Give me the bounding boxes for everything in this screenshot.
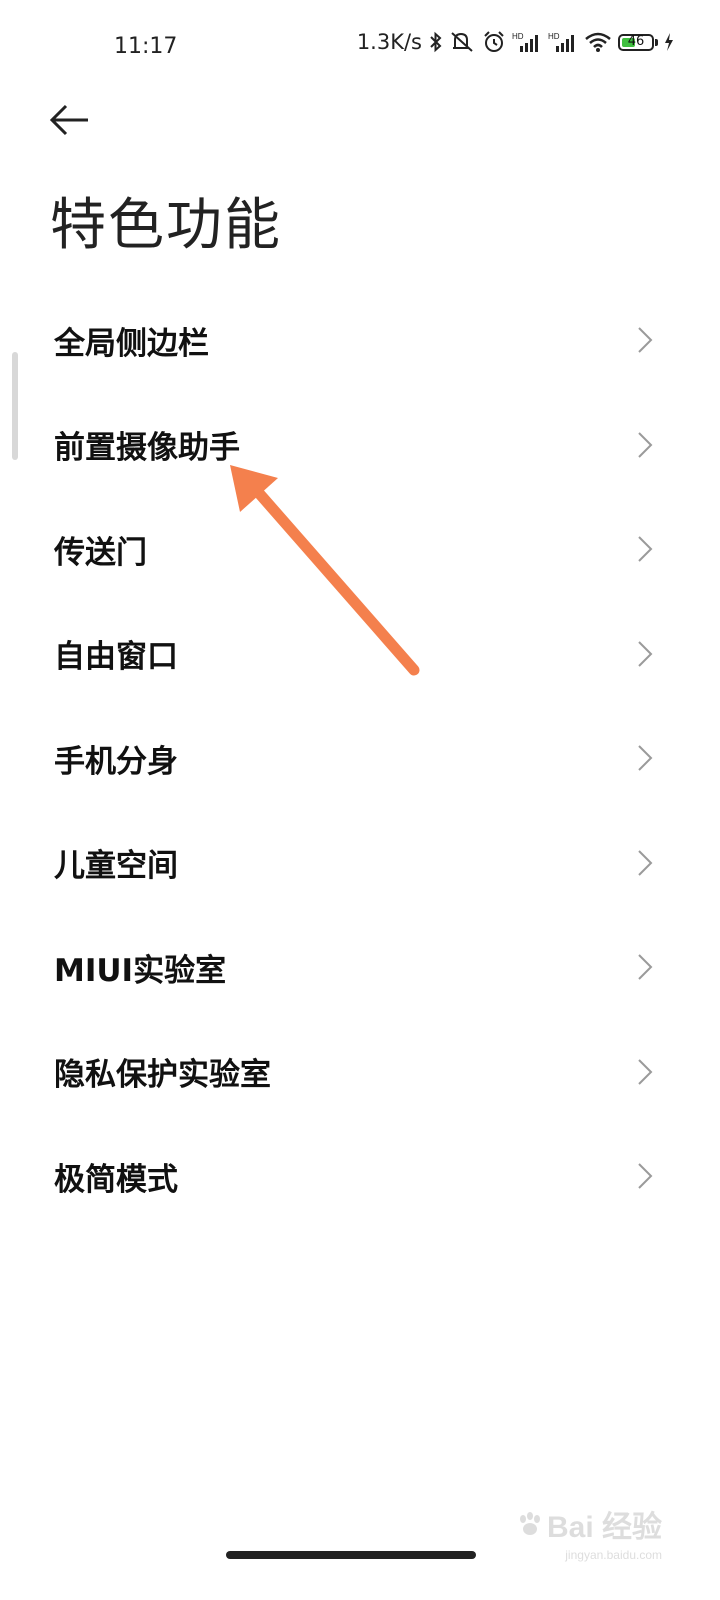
menu-item-portal[interactable]: 传送门 <box>0 497 720 602</box>
menu-item-label: 前置摄像助手 <box>54 430 240 467</box>
svg-text:HD: HD <box>512 32 524 41</box>
menu-item-label: 自由窗口 <box>54 639 178 676</box>
network-speed: 1.3K/s <box>356 30 422 54</box>
menu-item-label: 传送门 <box>54 534 147 571</box>
menu-item-label: 全局侧边栏 <box>54 325 209 362</box>
chevron-right-icon <box>638 327 653 353</box>
chevron-right-icon <box>638 745 653 771</box>
watermark-sub-text: jingyan.baidu.com <box>565 1548 662 1562</box>
menu-item-label: 极简模式 <box>54 1161 178 1198</box>
page-title: 特色功能 <box>50 193 282 258</box>
hd-signal-icon: HD <box>512 30 542 54</box>
menu-item-simple-mode[interactable]: 极简模式 <box>0 1124 720 1229</box>
status-bar: 11:17 1.3K/s HD HD 46 <box>0 0 720 96</box>
menu-item-second-space[interactable]: 手机分身 <box>0 706 720 811</box>
menu-item-privacy-lab[interactable]: 隐私保护实验室 <box>0 1020 720 1125</box>
home-indicator[interactable] <box>226 1551 476 1559</box>
svg-text:HD: HD <box>548 32 560 41</box>
chevron-right-icon <box>638 850 653 876</box>
menu-item-label: MIUI实验室 <box>54 952 227 989</box>
chevron-right-icon <box>638 1163 653 1189</box>
chevron-right-icon <box>638 432 653 458</box>
battery-icon: 46 <box>618 33 658 51</box>
chevron-right-icon <box>638 536 653 562</box>
status-time: 11:17 <box>114 34 178 59</box>
menu-item-miui-lab[interactable]: MIUI实验室 <box>0 915 720 1020</box>
menu-item-free-window[interactable]: 自由窗口 <box>0 602 720 707</box>
chevron-right-icon <box>638 954 653 980</box>
status-icons: 1.3K/s HD HD 46 <box>357 30 674 54</box>
chevron-right-icon <box>638 641 653 667</box>
menu-list: 全局侧边栏 前置摄像助手 传送门 自由窗口 手机分身 儿童空间 MIUI实验室 … <box>0 288 720 1229</box>
bluetooth-icon <box>428 31 444 53</box>
menu-item-label: 儿童空间 <box>54 848 178 885</box>
paw-icon <box>519 1512 540 1535</box>
menu-item-front-camera-assistant[interactable]: 前置摄像助手 <box>0 393 720 498</box>
back-button[interactable] <box>46 100 98 140</box>
menu-item-label: 隐私保护实验室 <box>54 1057 271 1094</box>
watermark-logo-text: Bai 经验 <box>546 1511 662 1544</box>
chevron-right-icon <box>638 1059 653 1085</box>
wifi-icon <box>584 31 612 53</box>
charging-icon <box>664 32 674 52</box>
battery-level: 46 <box>627 33 645 49</box>
alarm-icon <box>482 30 506 54</box>
menu-item-label: 手机分身 <box>54 743 178 780</box>
menu-item-kids-space[interactable]: 儿童空间 <box>0 811 720 916</box>
arrow-left-icon <box>46 104 92 144</box>
mute-icon <box>450 30 476 54</box>
baidu-watermark: Bai 经验 jingyan.baidu.com <box>517 1502 662 1562</box>
baidu-logo: Bai 经验 <box>517 1502 662 1546</box>
menu-item-global-sidebar[interactable]: 全局侧边栏 <box>0 288 720 393</box>
hd-signal-icon: HD <box>548 30 578 54</box>
